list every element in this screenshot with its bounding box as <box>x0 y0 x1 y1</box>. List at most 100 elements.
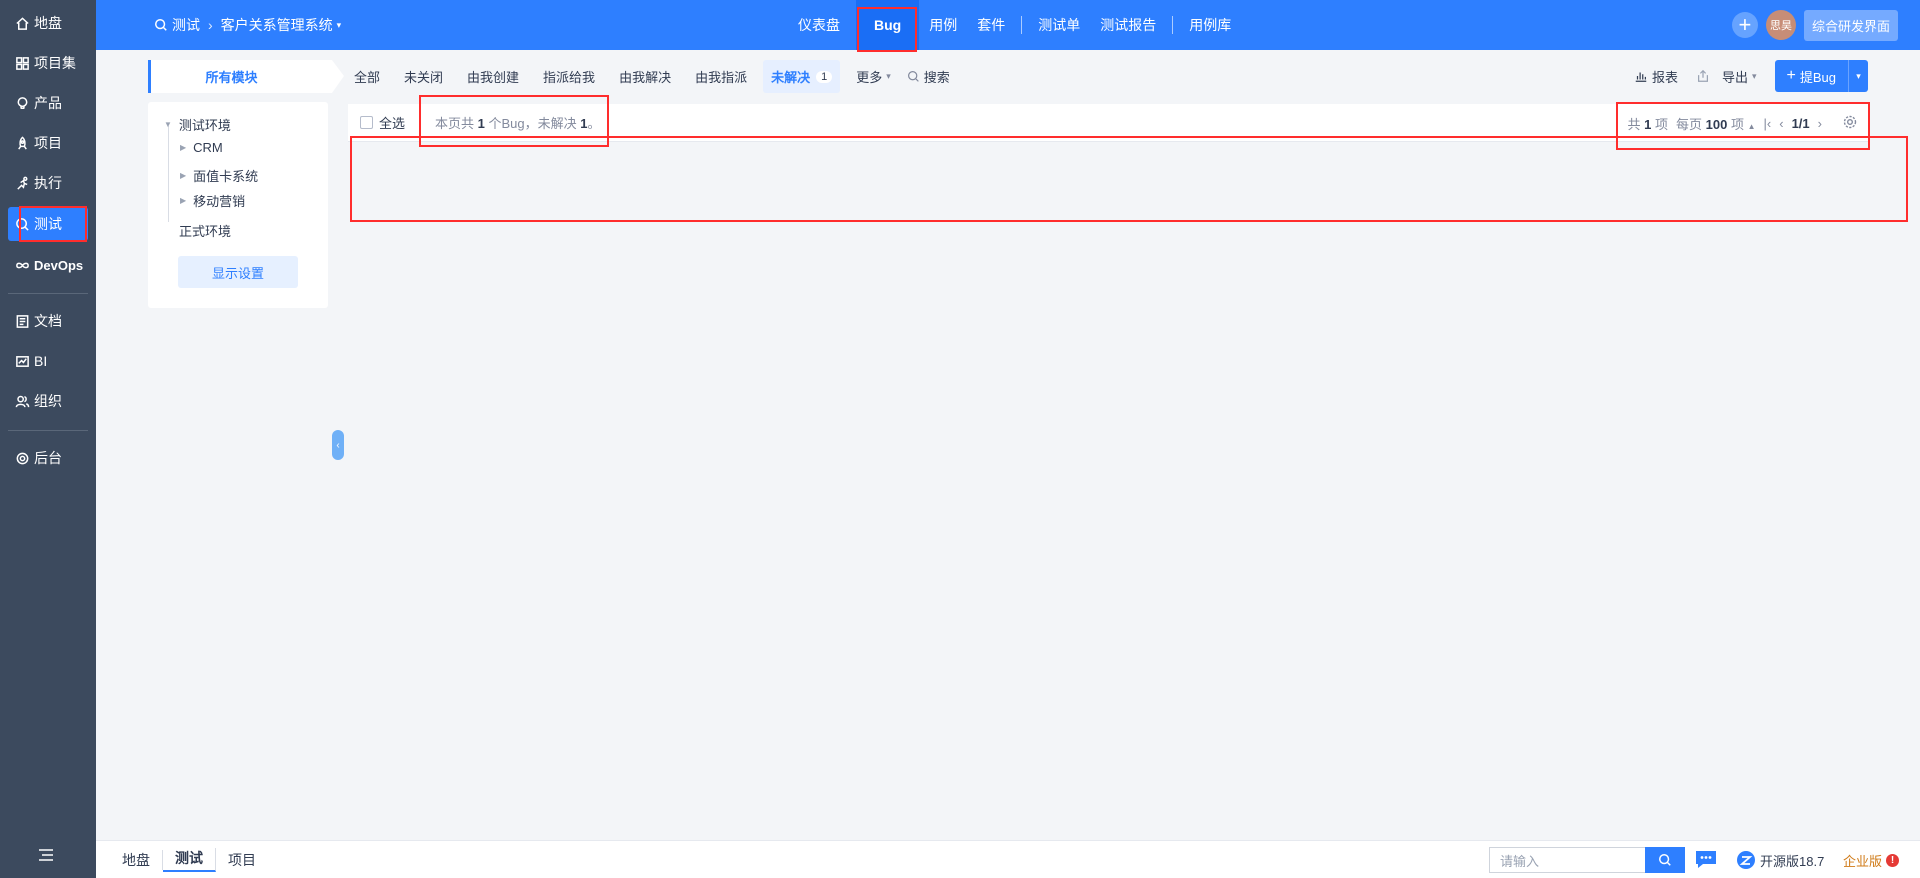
breadcrumb-app[interactable]: 测试 <box>172 15 200 35</box>
rocket-icon <box>14 135 30 151</box>
sidebar-item-docs[interactable]: 文档 <box>8 304 88 338</box>
avatar[interactable]: 思昊 <box>1765 10 1796 40</box>
tree-node-card-system[interactable]: ▶ 面值卡系统 <box>180 166 258 185</box>
nav-divider <box>1021 16 1023 34</box>
tab-bug[interactable]: Bug <box>856 0 920 50</box>
enterprise-link[interactable]: 企业版 ! <box>1843 841 1900 878</box>
tab-dashboard[interactable]: 仪表盘 <box>788 0 850 50</box>
tab-case[interactable]: 用例 <box>919 0 967 50</box>
filter-all[interactable]: 全部 <box>346 60 388 93</box>
filter-unresolved[interactable]: 未解决 1 <box>763 60 841 93</box>
filter-unresolved-label: 未解决 <box>771 70 811 85</box>
bottom-crumb-project[interactable]: 项目 <box>216 850 268 870</box>
search-button[interactable] <box>1645 847 1685 873</box>
sidebar-item-devops[interactable]: DevOps <box>8 248 88 282</box>
tree-node-prod-env[interactable]: 正式环境 <box>179 221 231 240</box>
sidebar-item-execution[interactable]: 执行 <box>8 166 88 200</box>
sidebar-item-admin[interactable]: 后台 <box>8 441 88 475</box>
table-summary: 本页共 1 个Bug，未解决 1。 <box>435 113 601 132</box>
filter-more-label: 更多 <box>856 70 883 85</box>
document-icon <box>14 313 30 329</box>
search-label: 搜索 <box>923 70 950 85</box>
summary-mid: 个Bug，未解决 <box>488 116 577 131</box>
zentao-logo-icon <box>1737 851 1755 869</box>
switch-ui-button[interactable]: 综合研发界面 <box>1803 9 1898 41</box>
tree-node-test-env[interactable]: ▼ 测试环境 <box>164 115 231 134</box>
search-icon <box>14 216 30 232</box>
tab-caselib[interactable]: 用例库 <box>1179 0 1241 50</box>
create-bug-main[interactable]: + 提Bug <box>1774 60 1848 92</box>
prev-page-icon[interactable]: ‹ <box>1779 116 1783 131</box>
bottom-crumb-test[interactable]: 测试 <box>163 848 216 872</box>
filter-tabs: 全部 未关闭 由我创建 指派给我 由我解决 由我指派 未解决 1 更多 ▾ 搜索 <box>346 60 958 93</box>
version-info[interactable]: 开源版18.7 <box>1736 841 1824 878</box>
report-button[interactable]: 报表 <box>1634 67 1678 86</box>
breadcrumb: 测试 › 客户关系管理系统 ▾ <box>154 0 341 50</box>
tree-node-crm[interactable]: ▶ CRM <box>180 140 223 155</box>
bottom-crumb-dashboard[interactable]: 地盘 <box>110 850 163 870</box>
next-page-icon[interactable]: › <box>1818 116 1822 131</box>
chevron-right-icon: › <box>208 17 213 33</box>
export-button[interactable]: 导出 ▾ <box>1696 67 1757 86</box>
menu-toggle-icon[interactable] <box>38 848 58 864</box>
chevron-down-icon[interactable]: ▾ <box>1848 60 1868 92</box>
filter-resolved-by-me[interactable]: 由我解决 <box>611 60 679 93</box>
sidebar-item-project[interactable]: 项目 <box>8 126 88 160</box>
sidebar-item-label: DevOps <box>34 257 84 273</box>
caret-down-icon: ▼ <box>164 120 172 129</box>
tree-node-mobile-marketing[interactable]: ▶ 移动营销 <box>180 191 245 210</box>
filter-assigned-to-me[interactable]: 指派给我 <box>535 60 603 93</box>
sidebar: 地盘 项目集 产品 项目 执行 测试 DevOps 文档 BI 组织 后台 <box>0 0 96 878</box>
nav-divider <box>1172 16 1174 34</box>
version-label: 开源版18.7 <box>1760 853 1825 869</box>
plus-icon[interactable]: + <box>1731 12 1758 38</box>
first-page-icon[interactable]: |‹ <box>1764 116 1772 131</box>
search-icon <box>1659 854 1671 866</box>
toolbar: 报表 导出 ▾ + 提Bug ▾ <box>1634 60 1868 92</box>
create-bug-button[interactable]: + 提Bug ▾ <box>1774 60 1868 92</box>
enterprise-label: 企业版 <box>1843 853 1883 869</box>
chevron-down-icon[interactable]: ▾ <box>337 20 342 31</box>
sidebar-item-org[interactable]: 组织 <box>8 384 88 418</box>
tab-testreport[interactable]: 测试报告 <box>1090 0 1166 50</box>
pager-total-prefix: 共 <box>1627 116 1641 132</box>
tree-node-label: 面值卡系统 <box>193 169 259 184</box>
display-settings-button[interactable]: 显示设置 <box>178 256 298 288</box>
per-page-select[interactable]: 每页 100 项 ▲ <box>1676 114 1756 133</box>
filter-created-by-me[interactable]: 由我创建 <box>459 60 527 93</box>
filter-unclosed[interactable]: 未关闭 <box>396 60 451 93</box>
sidebar-item-label: 组织 <box>34 393 62 409</box>
tab-suite[interactable]: 套件 <box>967 0 1015 50</box>
pager-total-count: 1 <box>1644 116 1652 132</box>
sidebar-item-label: 地盘 <box>34 15 62 31</box>
all-modules-tab[interactable]: 所有模块 <box>148 60 344 93</box>
people-icon <box>14 393 30 409</box>
summary-count: 1 <box>477 116 485 131</box>
search-toggle[interactable]: 搜索 <box>899 60 958 93</box>
select-all-checkbox[interactable] <box>360 116 373 129</box>
collapse-sidebar-handle[interactable]: ‹ <box>332 430 344 460</box>
sidebar-item-test[interactable]: 测试 <box>8 207 88 241</box>
breadcrumb-product[interactable]: 客户关系管理系统 <box>221 15 333 35</box>
search-icon <box>154 18 168 32</box>
sidebar-item-program[interactable]: 项目集 <box>8 46 88 80</box>
plus-icon: + <box>1786 67 1796 84</box>
filter-more[interactable]: 更多 ▾ <box>848 60 899 93</box>
header-actions: + 思昊 综合研发界面 <box>1731 0 1898 50</box>
module-tree: ▼ 测试环境 ▶ CRM ▶ 面值卡系统 ▶ 移动营销 正式环境 显示设置 <box>148 102 328 308</box>
gear-icon[interactable] <box>1842 114 1858 130</box>
sidebar-item-label: 文档 <box>34 313 62 329</box>
bottom-breadcrumb: 地盘 测试 项目 <box>110 841 268 878</box>
sidebar-item-dashboard[interactable]: 地盘 <box>8 6 88 40</box>
bottom-search-input[interactable]: 请输入 <box>1489 847 1645 873</box>
filter-assigned-by-me[interactable]: 由我指派 <box>687 60 755 93</box>
lightbulb-icon <box>14 95 30 111</box>
tab-testtask[interactable]: 测试单 <box>1028 0 1090 50</box>
sidebar-item-bi[interactable]: BI <box>8 344 88 378</box>
per-page-value: 100 <box>1705 116 1728 132</box>
select-all-label[interactable]: 全选 <box>379 113 405 132</box>
sidebar-item-product[interactable]: 产品 <box>8 86 88 120</box>
summary-prefix: 本页共 <box>435 116 475 131</box>
chevron-down-icon: ▾ <box>1751 70 1757 81</box>
chat-icon[interactable] <box>1694 847 1718 871</box>
